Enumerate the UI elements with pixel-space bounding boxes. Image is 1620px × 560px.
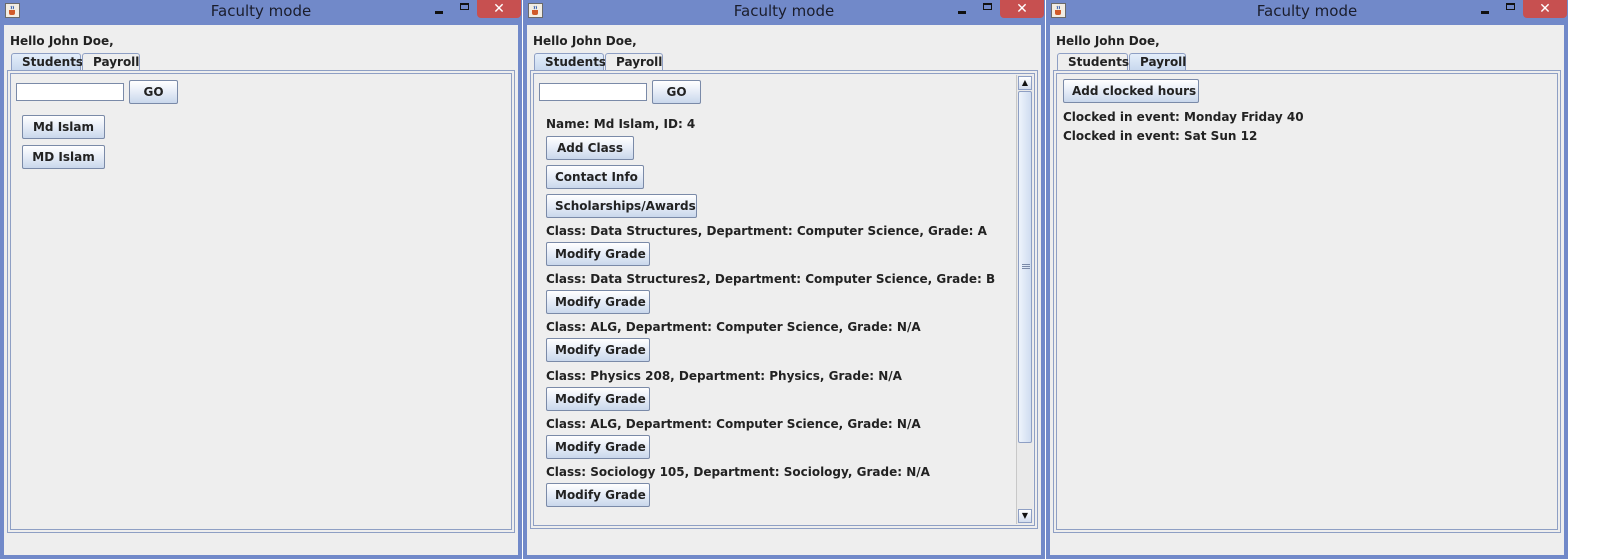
tab-students[interactable]: Students [1057,53,1129,70]
students-panel-border: GO Md Islam MD Islam [10,73,512,530]
grip-line [1022,266,1030,267]
window-content: Hello John Doe, Students Payroll GO Name… [527,25,1041,555]
window-content: Hello John Doe, Students Payroll GO Md I… [4,25,518,555]
class-entry: Class: ALG, Department: Computer Science… [546,417,921,431]
modify-grade-button[interactable]: Modify Grade [546,290,650,314]
go-button[interactable]: GO [652,80,701,104]
modify-grade-button[interactable]: Modify Grade [546,435,650,459]
window-student-details: Faculty mode ✕ Hello John Doe, Students … [523,0,1045,559]
tab-students[interactable]: Students [11,53,83,70]
class-entry: Class: Data Structures, Department: Comp… [546,224,987,238]
scroll-up-arrow-icon[interactable]: ▲ [1018,76,1032,90]
student-search-input[interactable] [539,83,647,101]
greeting-text: Hello John Doe, [1056,34,1160,48]
window-content: Hello John Doe, Students Payroll Add clo… [1050,25,1564,555]
scroll-thumb[interactable] [1018,91,1032,443]
maximize-icon[interactable] [1498,0,1524,18]
window-students-search: Faculty mode ✕ Hello John Doe, Students … [0,0,522,559]
student-result-button[interactable]: Md Islam [22,115,105,139]
clock-event-entry: Clocked in event: Monday Friday 40 [1063,110,1304,124]
contact-info-button[interactable]: Contact Info [546,165,644,189]
class-entry: Class: Physics 208, Department: Physics,… [546,369,902,383]
payroll-tab-panel: Add clocked hours Clocked in event: Mond… [1053,70,1561,533]
student-result-button[interactable]: MD Islam [22,145,105,169]
maximize-icon[interactable] [452,0,478,18]
maximize-icon[interactable] [975,0,1001,18]
modify-grade-button[interactable]: Modify Grade [546,387,650,411]
grip-line [1022,268,1030,269]
class-entry: Class: Data Structures2, Department: Com… [546,272,996,286]
class-entry: Class: ALG, Department: Computer Science… [546,320,921,334]
window-payroll: Faculty mode ✕ Hello John Doe, Students … [1046,0,1568,559]
close-icon[interactable]: ✕ [477,0,521,18]
class-entry: Class: Sociology 105, Department: Sociol… [546,465,930,479]
student-search-input[interactable] [16,83,124,101]
close-icon[interactable]: ✕ [1523,0,1567,18]
title-bar[interactable]: Faculty mode ✕ [523,0,1045,22]
title-bar[interactable]: Faculty mode ✕ [0,0,522,22]
tab-students[interactable]: Students [534,53,606,70]
scholarships-awards-button[interactable]: Scholarships/Awards [546,194,697,218]
modify-grade-button[interactable]: Modify Grade [546,242,650,266]
vertical-scrollbar[interactable]: ▲ ▼ [1016,75,1033,524]
payroll-panel-border: Add clocked hours Clocked in event: Mond… [1056,73,1558,530]
clock-event-entry: Clocked in event: Sat Sun 12 [1063,129,1258,143]
minimize-icon[interactable] [1472,0,1498,18]
tab-payroll[interactable]: Payroll [605,53,663,70]
tab-payroll[interactable]: Payroll [1129,53,1186,70]
modify-grade-button[interactable]: Modify Grade [546,338,650,362]
title-bar[interactable]: Faculty mode ✕ [1046,0,1568,22]
add-clocked-hours-button[interactable]: Add clocked hours [1063,79,1199,103]
tab-payroll[interactable]: Payroll [82,53,140,70]
students-tab-panel: GO Name: Md Islam, ID: 4 Add Class Conta… [530,70,1038,529]
minimize-icon[interactable] [426,0,452,18]
go-button[interactable]: GO [129,80,178,104]
scroll-down-arrow-icon[interactable]: ▼ [1018,509,1032,523]
add-class-button[interactable]: Add Class [546,136,634,160]
minimize-icon[interactable] [949,0,975,18]
student-detail-scroll-pane: GO Name: Md Islam, ID: 4 Add Class Conta… [533,73,1035,526]
grip-line [1022,264,1030,265]
students-tab-panel: GO Md Islam MD Islam [7,70,515,533]
modify-grade-button[interactable]: Modify Grade [546,483,650,507]
greeting-text: Hello John Doe, [533,34,637,48]
greeting-text: Hello John Doe, [10,34,114,48]
student-name-id: Name: Md Islam, ID: 4 [546,117,696,131]
close-icon[interactable]: ✕ [1000,0,1044,18]
